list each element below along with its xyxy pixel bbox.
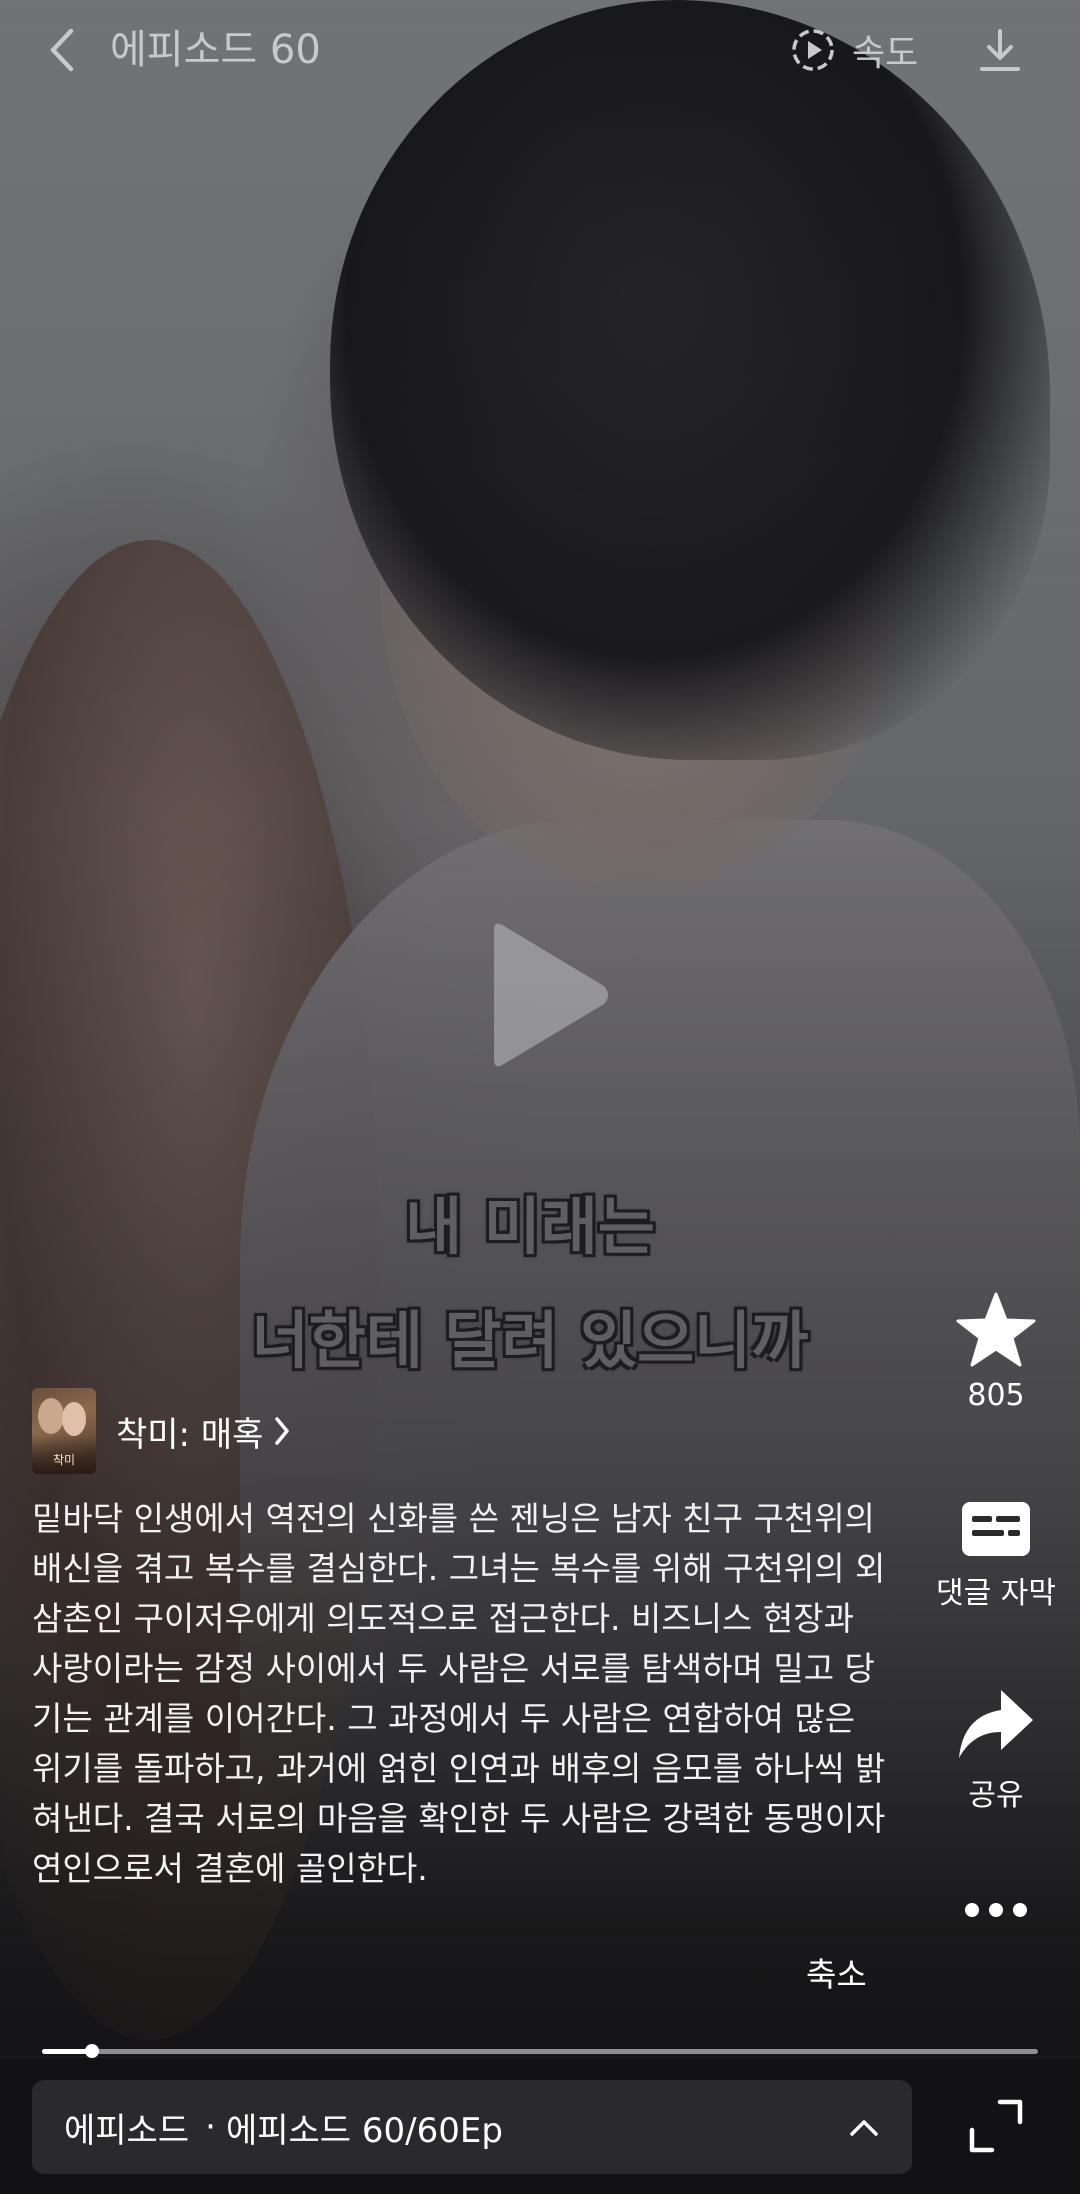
more-dots-icon [965,1903,1027,1917]
thumbnail-figure-2 [62,1402,86,1436]
subtitle-line-2: 너한테 달려 있으니까 [251,1304,809,1377]
subtitle-line-1: 내 미래는 [405,1190,655,1263]
share-label: 공유 [968,1778,1024,1813]
episode-separator: · [205,2107,216,2147]
speed-label: 속도 [852,33,919,74]
progress-bar[interactable] [42,2044,1038,2058]
collapse-button[interactable]: 축소 [806,1948,867,1996]
series-link[interactable]: 착미 착미: 매혹 [32,1388,291,1474]
playback-speed-icon [792,29,834,71]
play-icon[interactable] [482,920,612,1070]
comment-subtitle-button[interactable]: 댓글 자막 [920,1500,1072,1612]
chevron-right-icon [275,1417,290,1445]
star-icon [956,1292,1036,1367]
episode-label: 에피소드 [64,2110,190,2151]
episode-selector[interactable]: 에피소드 · 에피소드 60/60Ep [32,2080,912,2174]
more-button[interactable] [920,1900,1072,1920]
back-button[interactable] [38,22,86,78]
download-button[interactable] [972,22,1028,78]
series-thumbnail: 착미 [32,1388,96,1474]
page-title: 에피소드 60 [110,27,321,73]
download-icon [980,29,1020,71]
thumbnail-figure-1 [38,1398,64,1434]
top-bar: 에피소드 60 속도 [0,0,1080,100]
chevron-left-icon [50,28,74,72]
synopsis-text: 밑바닥 인생에서 역전의 신화를 쓴 젠닝은 남자 친구 구천위의 배신을 겪고… [32,1499,886,1888]
bottom-bar: 에피소드 · 에피소드 60/60Ep [0,2058,1080,2194]
progress-handle[interactable] [84,2044,99,2058]
favorite-button[interactable]: 805 [920,1292,1072,1413]
share-button[interactable]: 공유 [920,1688,1072,1814]
series-chevron [273,1415,291,1447]
episode-value: 에피소드 60/60Ep [225,2110,503,2151]
thumbnail-title: 착미 [52,1453,76,1467]
favorite-count: 805 [967,1378,1025,1413]
comment-subtitle-label: 댓글 자막 [936,1576,1056,1611]
share-arrow-icon [959,1690,1033,1758]
series-name: 착미: 매혹 [116,1414,264,1455]
chevron-up-icon [850,2120,878,2136]
fullscreen-icon[interactable] [968,2098,1024,2154]
subtitles-icon [962,1502,1030,1556]
speed-button[interactable]: 속도 [790,22,918,78]
